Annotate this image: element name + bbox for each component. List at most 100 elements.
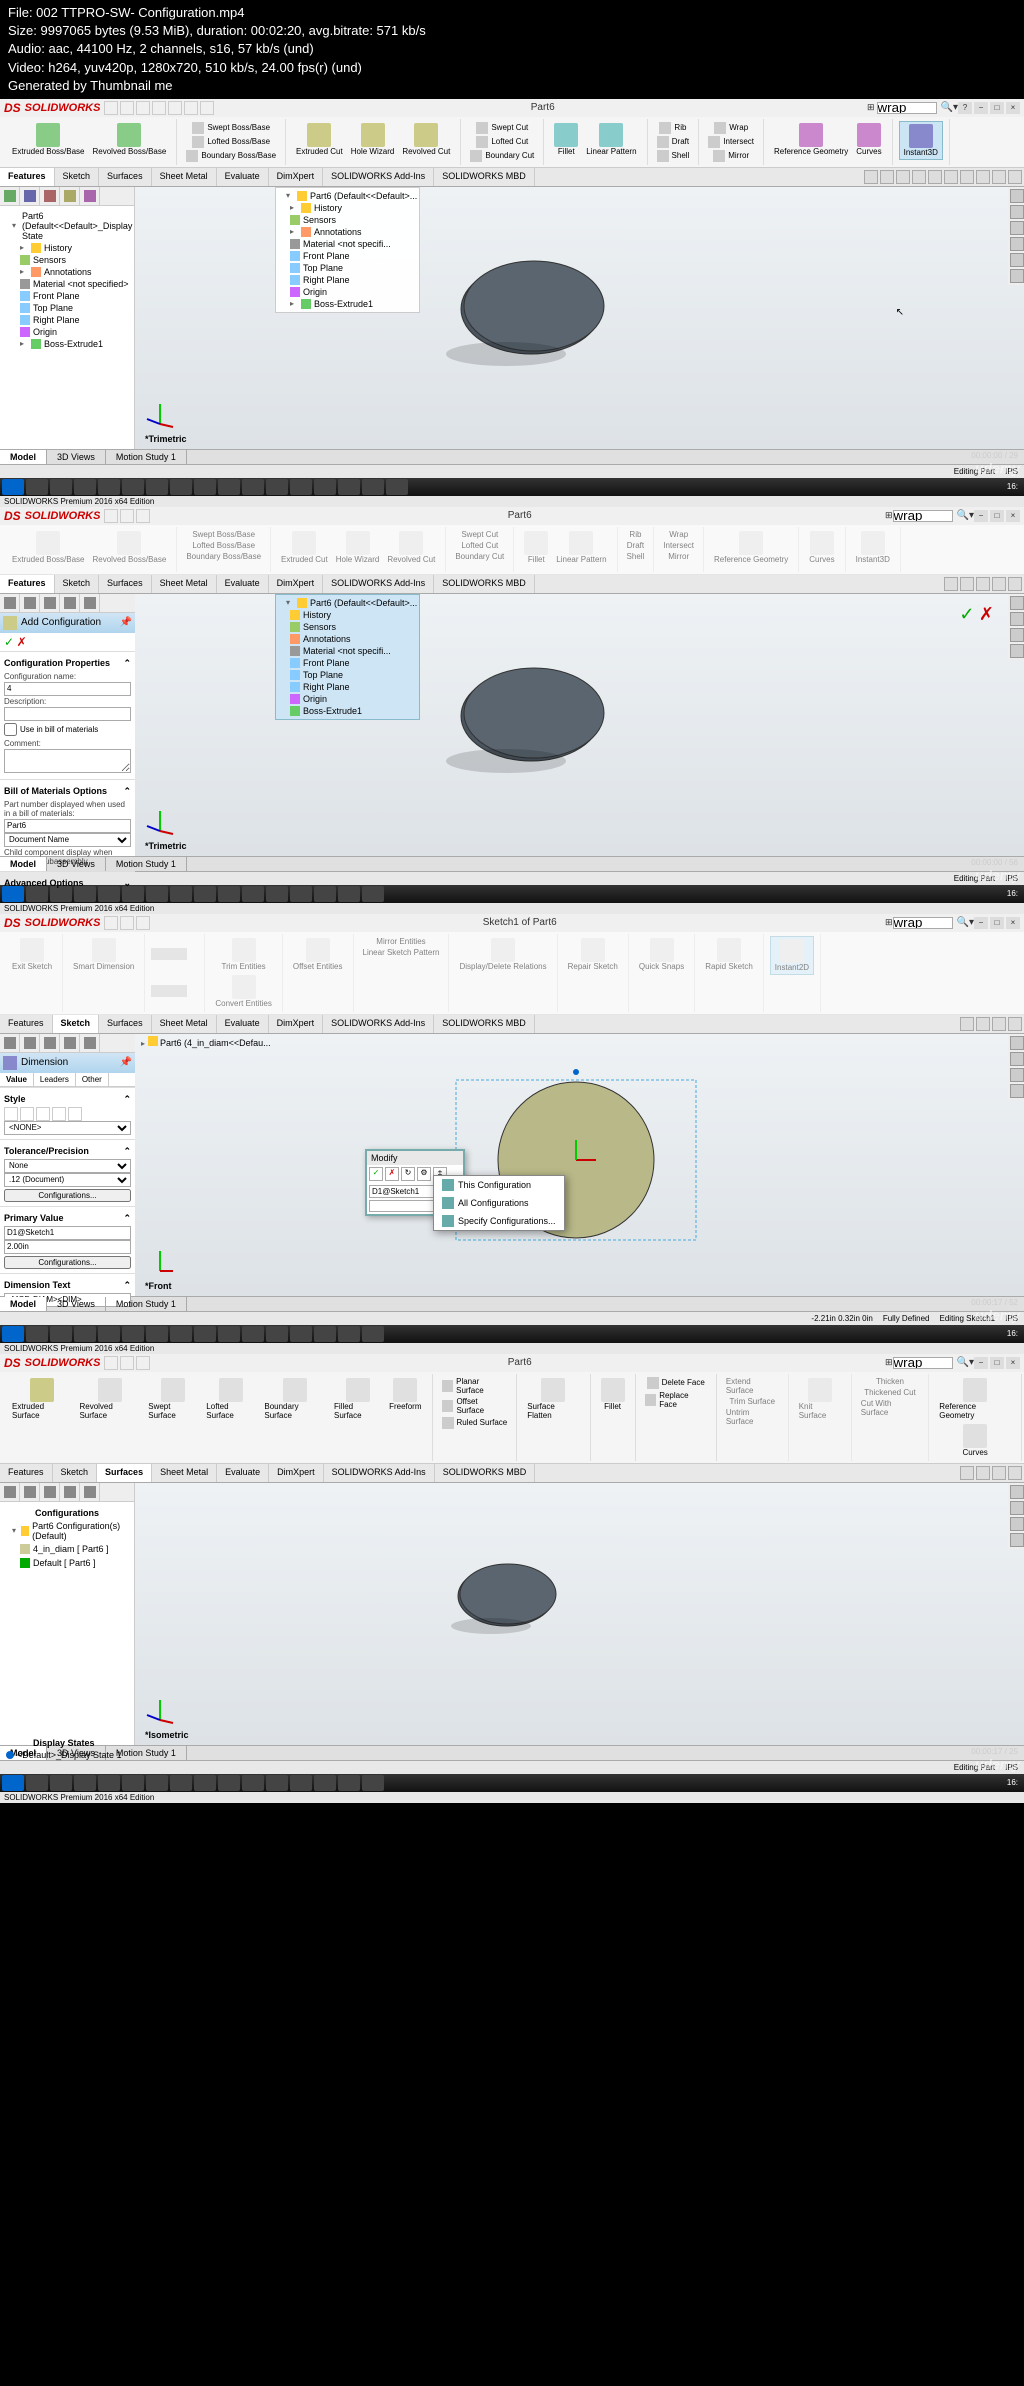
tab-sheetmetal[interactable]: Sheet Metal <box>152 1464 217 1482</box>
feature-mgr-tab[interactable] <box>0 594 20 612</box>
task-app[interactable] <box>314 1326 336 1342</box>
search-icon[interactable]: 🔍▾ <box>957 510 974 521</box>
tp-btn[interactable] <box>1010 1533 1024 1547</box>
task-app[interactable] <box>242 1775 264 1791</box>
cm-tab[interactable] <box>40 1034 60 1052</box>
config-item-4in[interactable]: 4_in_diam [ Part6 ] <box>4 1542 130 1556</box>
task-app[interactable] <box>338 1775 360 1791</box>
qat-btn[interactable] <box>120 916 134 930</box>
revolved-surface-btn[interactable]: Revolved Surface <box>75 1376 144 1422</box>
flyout-sensors[interactable]: Sensors <box>278 214 417 226</box>
flyout-sensors[interactable]: Sensors <box>278 621 417 633</box>
task-app[interactable] <box>242 1326 264 1342</box>
new-btn[interactable] <box>104 101 118 115</box>
task-app[interactable] <box>50 1775 72 1791</box>
spline-tool[interactable] <box>163 985 175 997</box>
tab-surfaces[interactable]: Surfaces <box>99 575 152 593</box>
tree-material[interactable]: Material <not specified> <box>4 278 130 290</box>
taskpane-btn[interactable] <box>1010 644 1024 658</box>
primary-header[interactable]: Primary Value⌃ <box>4 1211 131 1226</box>
close-btn[interactable]: × <box>1006 102 1020 114</box>
edit-appearance-btn[interactable] <box>976 170 990 184</box>
start-btn[interactable] <box>2 1326 24 1342</box>
shell-btn[interactable]: Shell <box>654 149 693 163</box>
dimxpert-mgr-tab[interactable] <box>60 187 80 205</box>
options-btn[interactable] <box>200 101 214 115</box>
task-app[interactable] <box>362 886 384 902</box>
tree-boss-extrude[interactable]: ▸Boss-Extrude1 <box>4 338 130 350</box>
graphics-viewport[interactable]: ▾Part6 (Default<<Default>... History Sen… <box>135 594 1024 856</box>
config-props-header[interactable]: Configuration Properties⌃ <box>4 656 131 671</box>
tab-evaluate[interactable]: Evaluate <box>217 575 269 593</box>
tree-annotations[interactable]: ▸Annotations <box>4 266 130 278</box>
tab-sheetmetal[interactable]: Sheet Metal <box>152 168 217 186</box>
minimize-btn[interactable]: − <box>974 917 988 929</box>
dimtext-header[interactable]: Dimension Text⌃ <box>4 1278 131 1293</box>
ref-geom-btn[interactable]: Reference Geometry <box>935 1376 1015 1422</box>
appearances-btn[interactable] <box>1010 253 1024 267</box>
revolved-cut-btn[interactable]: Revolved Cut <box>398 121 454 158</box>
task-app[interactable] <box>266 1775 288 1791</box>
confirm-cancel[interactable]: ✗ <box>979 604 994 624</box>
flyout-root[interactable]: ▾Part6 (Default<<Default>... <box>278 190 417 202</box>
hole-wizard-btn[interactable]: Hole Wizard <box>347 121 399 158</box>
task-app[interactable] <box>314 1775 336 1791</box>
task-app-16[interactable] <box>386 479 408 495</box>
view-btn[interactable] <box>976 1017 990 1031</box>
swept-boss-btn[interactable]: Swept Boss/Base <box>189 121 273 135</box>
tree-root[interactable]: ▾Part6 (Default<<Default>_Display State <box>4 210 130 242</box>
configs-button[interactable]: Configurations... <box>4 1189 131 1202</box>
design-library-btn[interactable] <box>1010 205 1024 219</box>
tab-features[interactable]: Features <box>0 1464 53 1482</box>
replace-face-btn[interactable]: Replace Face <box>642 1390 710 1410</box>
flyout-origin[interactable]: Origin <box>278 693 417 705</box>
tab-dimxpert[interactable]: DimXpert <box>269 1015 324 1033</box>
flyout-right-plane[interactable]: Right Plane <box>278 681 417 693</box>
display-mgr-tab[interactable] <box>80 594 100 612</box>
extruded-boss-btn[interactable]: Extruded Boss/Base <box>8 121 88 158</box>
task-app[interactable] <box>98 1326 120 1342</box>
task-app[interactable] <box>362 1775 384 1791</box>
qat-btn[interactable] <box>104 916 118 930</box>
view-btn[interactable] <box>960 1466 974 1480</box>
dimxpert-mgr-tab[interactable] <box>60 594 80 612</box>
qat-btn[interactable] <box>120 1356 134 1370</box>
model-tab[interactable]: Model <box>0 450 47 464</box>
flyout-material[interactable]: Material <not specifi... <box>278 645 417 657</box>
view-orient-btn[interactable] <box>928 170 942 184</box>
draft-btn[interactable]: Draft <box>654 135 692 149</box>
graphics-viewport[interactable]: *Isometric <box>135 1483 1024 1745</box>
cm-tab[interactable] <box>40 1483 60 1501</box>
taskpane-btn[interactable] <box>1010 628 1024 642</box>
task-app-1[interactable] <box>26 479 48 495</box>
tree-top-plane[interactable]: Top Plane <box>4 302 130 314</box>
rebuild-btn[interactable] <box>184 101 198 115</box>
flyout-boss[interactable]: Boss-Extrude1 <box>278 705 417 717</box>
task-app[interactable] <box>266 886 288 902</box>
zoom-area-btn[interactable] <box>880 170 894 184</box>
boundary-surface-btn[interactable]: Boundary Surface <box>260 1376 330 1422</box>
model-tab[interactable]: Model <box>0 857 47 871</box>
pm-tab[interactable] <box>20 1483 40 1501</box>
task-app[interactable] <box>170 886 192 902</box>
minimize-btn[interactable]: − <box>974 1357 988 1369</box>
instant3d-btn[interactable]: Instant3D <box>899 121 943 160</box>
style-header[interactable]: Style⌃ <box>4 1092 131 1107</box>
primary-value-input[interactable] <box>4 1240 131 1254</box>
tol-select[interactable]: None <box>4 1159 131 1173</box>
flyout-annotations[interactable]: Annotations <box>278 633 417 645</box>
tp-btn[interactable] <box>1010 1485 1024 1499</box>
task-app[interactable] <box>218 1775 240 1791</box>
tolprec-header[interactable]: Tolerance/Precision⌃ <box>4 1144 131 1159</box>
flyout-origin[interactable]: Origin <box>278 286 417 298</box>
tree-right-plane[interactable]: Right Plane <box>4 314 130 326</box>
freeform-btn[interactable]: Freeform <box>385 1376 425 1422</box>
display-mgr-tab[interactable] <box>80 187 100 205</box>
extruded-cut-btn[interactable]: Extruded Cut <box>292 121 347 158</box>
qat-btn[interactable] <box>104 1356 118 1370</box>
motion-tab[interactable]: Motion Study 1 <box>106 857 187 871</box>
task-app[interactable] <box>26 1775 48 1791</box>
planar-surface-btn[interactable]: Planar Surface <box>439 1376 511 1396</box>
flyout-material[interactable]: Material <not specifi... <box>278 238 417 250</box>
task-app[interactable] <box>314 886 336 902</box>
